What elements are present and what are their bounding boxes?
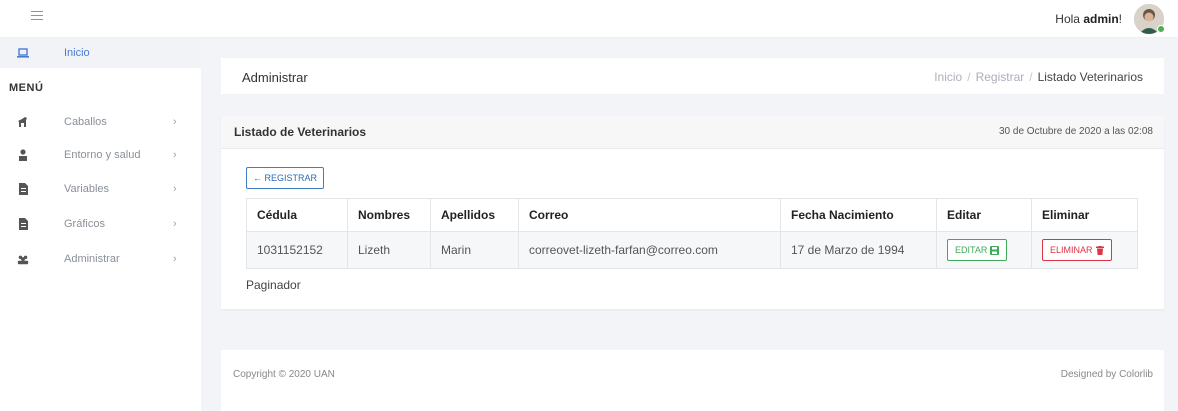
top-bar: Hola admin!: [0, 0, 1178, 38]
veterinarians-card: Listado de Veterinarios 30 de Octubre de…: [221, 116, 1164, 309]
horse-icon: [17, 116, 29, 128]
sidebar-item-label: Gráficos: [64, 218, 105, 230]
delete-button[interactable]: ELIMINAR: [1042, 239, 1112, 261]
card-title: Listado de Veterinarios: [234, 125, 367, 139]
cell-apellidos: Marin: [430, 231, 519, 269]
cell-eliminar: ELIMINAR: [1031, 231, 1138, 269]
user-icon: [17, 149, 29, 161]
cell-nombres: Lizeth: [347, 231, 431, 269]
chevron-right-icon: ›: [173, 253, 177, 265]
designed-by-text: Designed by Colorlib: [1060, 369, 1153, 380]
users-icon: [17, 253, 29, 265]
cell-cedula: 1031152152: [246, 231, 348, 269]
table-row: 1031152152 Lizeth Marin correovet-lizeth…: [246, 231, 1138, 269]
page-header: Administrar Inicio / Registrar / Listado Vet…: [221, 58, 1164, 94]
save-icon: [990, 245, 1000, 255]
breadcrumb: Inicio / Registrar / Listado Veterinarios: [934, 70, 1143, 84]
trash-icon: [1095, 245, 1104, 255]
hamburger-menu-icon[interactable]: [31, 11, 43, 21]
sidebar: Inicio MENÚ Caballos › Entorno y salud ›…: [0, 38, 201, 411]
page-title: Administrar: [242, 70, 308, 85]
sidebar-item-label: Inicio: [64, 47, 90, 59]
card-date: 30 de Octubre de 2020 a las 02:08: [998, 126, 1153, 137]
paginator: Paginador: [246, 278, 301, 292]
greeting-prefix: Hola: [1055, 12, 1084, 26]
chevron-right-icon: ›: [173, 218, 177, 230]
main-content: Administrar Inicio / Registrar / Listado Vet…: [201, 38, 1178, 411]
user-greeting: Hola admin!: [1055, 12, 1122, 26]
breadcrumb-separator: /: [1029, 70, 1033, 84]
register-button[interactable]: ← REGISTRAR: [246, 167, 325, 189]
edit-button-label: EDITAR: [955, 245, 988, 255]
column-header: Correo: [518, 198, 781, 232]
chevron-right-icon: ›: [173, 149, 177, 161]
column-header: Apellidos: [430, 198, 519, 232]
column-header: Fecha Nacimiento: [780, 198, 937, 232]
breadcrumb-separator: /: [967, 70, 971, 84]
footer: Copyright © 2020 UAN Designed by Colorli…: [221, 350, 1164, 411]
sidebar-item-label: Variables: [64, 183, 110, 195]
sidebar-item-label: Administrar: [64, 253, 120, 265]
sidebar-item-graficos[interactable]: Gráficos ›: [0, 209, 201, 239]
sidebar-item-caballos[interactable]: Caballos ›: [0, 107, 201, 137]
breadcrumb-item-current: Listado Veterinarios: [1037, 70, 1143, 84]
breadcrumb-item-registrar[interactable]: Registrar: [976, 70, 1025, 84]
sidebar-item-label: Caballos: [64, 116, 107, 128]
menu-heading: MENÚ: [9, 82, 44, 94]
file-icon: [17, 218, 29, 230]
veterinarians-table: Cédula Nombres Apellidos Correo Fecha Na…: [246, 198, 1138, 269]
card-header: Listado de Veterinarios 30 de Octubre de…: [221, 116, 1164, 149]
sidebar-item-label: Entorno y salud: [64, 149, 141, 161]
username: admin: [1083, 12, 1119, 26]
cell-editar: EDITAR: [936, 231, 1032, 269]
column-header: Nombres: [347, 198, 431, 232]
cell-correo: correovet-lizeth-farfan@correo.com: [518, 231, 781, 269]
column-header: Eliminar: [1031, 198, 1138, 232]
file-icon: [17, 183, 29, 195]
copyright-text: Copyright © 2020 UAN: [233, 369, 335, 380]
chevron-right-icon: ›: [173, 183, 177, 195]
laptop-icon: [17, 47, 29, 59]
column-header: Editar: [936, 198, 1032, 232]
sidebar-item-entorno-salud[interactable]: Entorno y salud ›: [0, 140, 201, 170]
sidebar-item-variables[interactable]: Variables ›: [0, 174, 201, 204]
online-status-icon: [1157, 25, 1165, 33]
table-header-row: Cédula Nombres Apellidos Correo Fecha Na…: [246, 198, 1138, 232]
column-header: Cédula: [246, 198, 348, 232]
chevron-right-icon: ›: [173, 116, 177, 128]
cell-fecha-nacimiento: 17 de Marzo de 1994: [780, 231, 937, 269]
breadcrumb-item-inicio[interactable]: Inicio: [934, 70, 962, 84]
greeting-suffix: !: [1118, 12, 1122, 26]
edit-button[interactable]: EDITAR: [947, 239, 1008, 261]
delete-button-label: ELIMINAR: [1050, 245, 1093, 255]
sidebar-item-inicio[interactable]: Inicio: [0, 38, 201, 68]
sidebar-item-administrar[interactable]: Administrar ›: [0, 244, 201, 274]
